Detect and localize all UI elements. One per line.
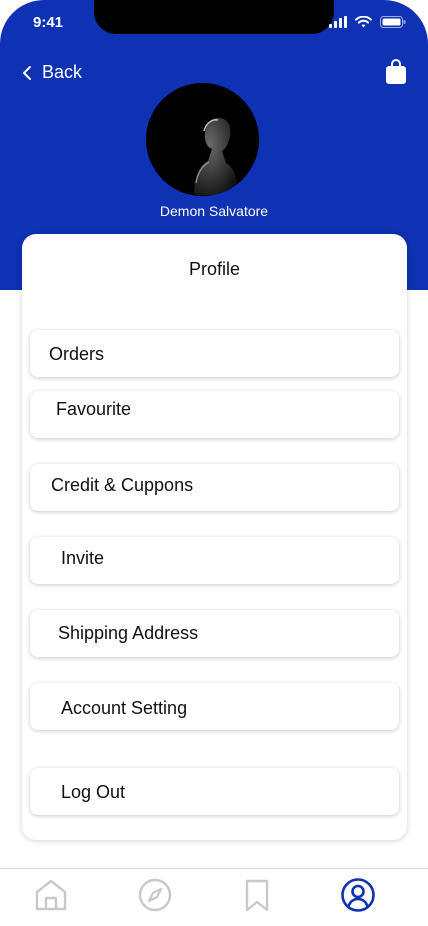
tab-saved[interactable] xyxy=(239,877,275,913)
chevron-left-icon xyxy=(23,65,31,80)
back-label: Back xyxy=(42,62,83,82)
phone-screen: 9:41 Back Demon Salvatore Profile Orders… xyxy=(0,0,428,926)
avatar xyxy=(146,83,259,196)
signal-icon xyxy=(329,16,347,28)
menu-item-label: Credit & Cuppons xyxy=(51,475,194,495)
menu-item-log-out[interactable]: Log Out xyxy=(30,768,399,815)
menu-item-label: Favourite xyxy=(56,399,132,419)
status-time: 9:41 xyxy=(33,14,64,31)
back-button[interactable]: Back xyxy=(22,62,82,83)
bookmark-icon xyxy=(245,879,269,912)
battery-icon xyxy=(380,16,406,28)
shopping-bag-button[interactable] xyxy=(386,59,406,89)
menu-item-account-setting[interactable]: Account Setting xyxy=(30,683,399,730)
menu-item-label: Orders xyxy=(49,344,105,364)
compass-icon xyxy=(138,878,172,912)
user-name: Demon Salvatore xyxy=(159,203,269,219)
menu-item-label: Invite xyxy=(61,548,105,568)
menu-item-label: Account Setting xyxy=(61,698,188,718)
status-icons xyxy=(329,16,406,28)
menu-item-label: Log Out xyxy=(61,782,126,802)
avatar-photo xyxy=(146,83,259,196)
menu-item-credit-cuppons[interactable]: Credit & Cuppons xyxy=(30,464,399,511)
card-title: Profile xyxy=(188,259,241,279)
menu-item-label: Shipping Address xyxy=(58,623,199,643)
bottom-tab-bar xyxy=(0,868,428,926)
user-profile-icon xyxy=(341,878,375,912)
menu-item-favourite[interactable]: Favourite xyxy=(30,391,399,438)
profile-card: Profile Orders Favourite Credit & Cuppon… xyxy=(22,234,407,840)
tab-profile[interactable] xyxy=(340,877,376,913)
tab-explore[interactable] xyxy=(137,877,173,913)
home-icon xyxy=(35,879,67,911)
shopping-bag-icon xyxy=(386,59,406,84)
wifi-icon xyxy=(355,16,372,28)
device-notch xyxy=(94,0,334,34)
menu-item-invite[interactable]: Invite xyxy=(30,537,399,584)
menu-item-shipping-address[interactable]: Shipping Address xyxy=(30,610,399,657)
menu-item-orders[interactable]: Orders xyxy=(30,330,399,377)
tab-home[interactable] xyxy=(33,877,69,913)
